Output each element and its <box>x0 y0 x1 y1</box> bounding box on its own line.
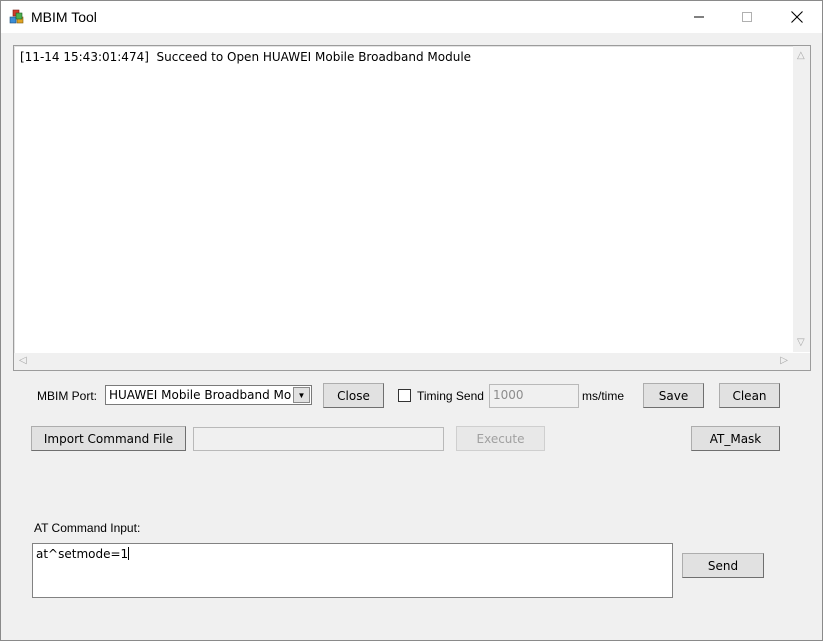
mbim-port-label: MBIM Port: <box>37 389 98 403</box>
minimize-icon <box>694 16 704 18</box>
import-command-file-button[interactable]: Import Command File <box>31 426 186 451</box>
close-port-button[interactable]: Close <box>323 383 384 408</box>
window-title: MBIM Tool <box>31 9 97 25</box>
timing-send-checkbox[interactable] <box>398 389 411 402</box>
close-icon <box>791 11 803 23</box>
scroll-corner <box>793 353 810 370</box>
command-file-path <box>193 427 444 451</box>
maximize-icon <box>742 12 752 22</box>
send-button[interactable]: Send <box>682 553 764 578</box>
at-command-text: at^setmode=1 <box>36 547 129 561</box>
log-line: [11-14 15:43:01:474] Succeed to Open HUA… <box>20 50 472 64</box>
maximize-button[interactable] <box>724 1 770 33</box>
text-caret <box>128 547 130 560</box>
clean-button[interactable]: Clean <box>719 383 780 408</box>
vertical-scrollbar[interactable]: △ ▽ <box>793 46 810 352</box>
chevron-down-icon[interactable]: ▼ <box>293 387 310 403</box>
horizontal-scrollbar[interactable]: ◁ ▷ <box>14 353 793 370</box>
mbim-port-select[interactable]: HUAWEI Mobile Broadband Module ▼ <box>105 385 312 405</box>
close-window-button[interactable] <box>774 1 820 33</box>
title-bar[interactable]: MBIM Tool <box>1 1 822 33</box>
scroll-down-icon[interactable]: ▽ <box>797 338 805 348</box>
timing-unit-label: ms/time <box>582 389 624 403</box>
mbim-tool-window: MBIM Tool [11-14 15:43:01:474] Succeed t… <box>0 0 823 641</box>
at-command-input[interactable]: at^setmode=1 <box>32 543 673 598</box>
app-icon <box>9 9 25 25</box>
minimize-button[interactable] <box>676 1 722 33</box>
execute-button[interactable]: Execute <box>456 426 545 451</box>
log-output[interactable]: [11-14 15:43:01:474] Succeed to Open HUA… <box>13 45 811 371</box>
scroll-right-icon[interactable]: ▷ <box>780 356 788 366</box>
save-button[interactable]: Save <box>643 383 704 408</box>
at-command-input-label: AT Command Input: <box>34 521 141 535</box>
timing-send-label: Timing Send <box>417 389 484 403</box>
at-mask-button[interactable]: AT_Mask <box>691 426 780 451</box>
mbim-port-selected: HUAWEI Mobile Broadband Module <box>109 388 291 402</box>
scroll-up-icon[interactable]: △ <box>797 51 805 61</box>
timing-interval-input[interactable]: 1000 <box>489 384 579 408</box>
scroll-left-icon[interactable]: ◁ <box>19 356 27 366</box>
